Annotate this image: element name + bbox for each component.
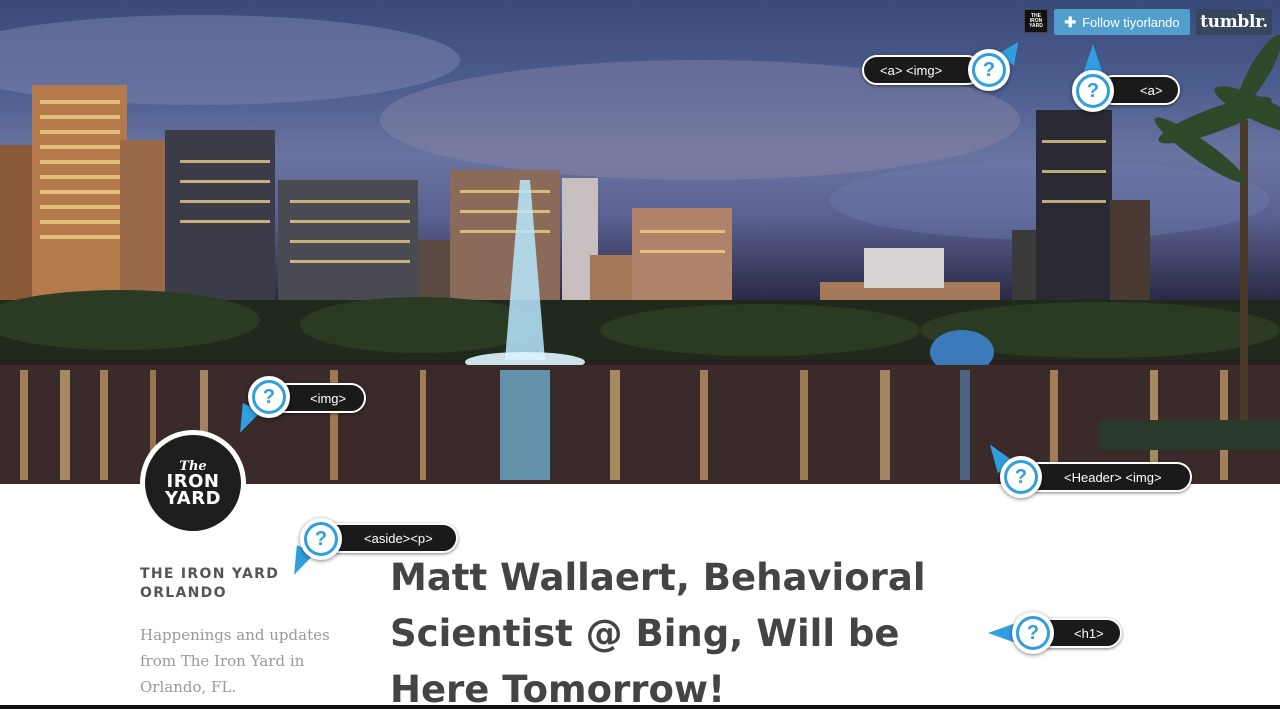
plus-icon: ✚ xyxy=(1064,13,1077,30)
annotation-text: <Header> <img> xyxy=(1064,469,1162,485)
avatar-logo-line-2: IRON xyxy=(166,470,220,492)
iron-yard-mini-logo-link[interactable]: THE IRON YARD xyxy=(1024,9,1048,33)
annotation-text: <aside><p> xyxy=(364,530,433,546)
annotation-text: <h1> xyxy=(1074,625,1104,641)
help-icon-glyph: ? xyxy=(1079,77,1107,105)
iron-yard-logo: The IRON YARD xyxy=(145,435,241,531)
bottom-border xyxy=(0,705,1280,709)
help-icon[interactable]: ? xyxy=(248,376,290,418)
help-icon[interactable]: ? xyxy=(1012,612,1054,654)
annotation-label: <aside><p> xyxy=(322,523,458,553)
tumblr-logo-button[interactable]: tumblr. xyxy=(1196,9,1272,35)
help-icon[interactable]: ? xyxy=(968,49,1010,91)
annotation-text: <a> <img> xyxy=(880,62,943,78)
annotation-text: <img> xyxy=(310,390,347,406)
mini-logo-text: THE IRON YARD xyxy=(1029,13,1043,29)
blog-description: Happenings and updates from The Iron Yar… xyxy=(140,626,330,696)
annotation-label: <a> <img> xyxy=(862,55,982,85)
blog-avatar[interactable]: The IRON YARD xyxy=(140,430,246,536)
follow-button[interactable]: ✚ Follow tiyorlando xyxy=(1054,9,1190,35)
post-title[interactable]: Matt Wallaert, Behavioral Scientist @ Bi… xyxy=(390,550,1010,718)
help-icon[interactable]: ? xyxy=(1072,70,1114,112)
help-icon-glyph: ? xyxy=(307,525,335,553)
help-icon-glyph: ? xyxy=(1007,463,1035,491)
avatar-logo-line-3: YARD xyxy=(164,487,222,509)
mini-logo-line-3: YARD xyxy=(1029,22,1043,29)
help-icon-glyph: ? xyxy=(255,383,283,411)
help-icon-glyph: ? xyxy=(975,56,1003,84)
annotation-label: <Header> <img> xyxy=(1024,462,1192,492)
help-icon[interactable]: ? xyxy=(1000,456,1042,498)
annotation-text: <a> xyxy=(1140,82,1163,98)
follow-label: Follow tiyorlando xyxy=(1082,14,1180,30)
help-icon-glyph: ? xyxy=(1019,619,1047,647)
help-icon[interactable]: ? xyxy=(300,518,342,560)
blog-title[interactable]: THE IRON YARD ORLANDO xyxy=(140,565,300,603)
